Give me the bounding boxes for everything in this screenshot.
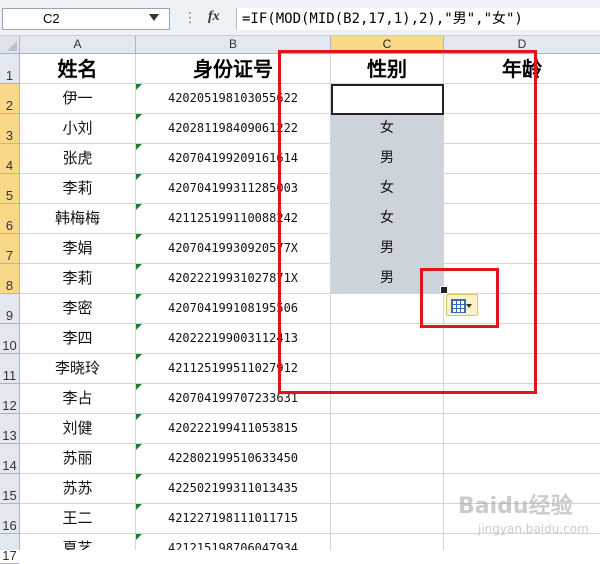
row-header[interactable]: 11 xyxy=(0,354,19,384)
name-cell[interactable]: 王二 xyxy=(20,504,135,533)
error-indicator-icon xyxy=(136,294,142,300)
id-cell[interactable]: 421215198706047934 xyxy=(136,534,330,550)
id-cell[interactable]: 421227198111011715 xyxy=(136,504,330,533)
gender-cell[interactable] xyxy=(331,444,443,473)
row-header[interactable]: 10 xyxy=(0,324,19,354)
row-header[interactable]: 9 xyxy=(0,294,19,324)
formula-bar-separator: ⋮ xyxy=(183,10,198,26)
select-all-button[interactable] xyxy=(0,36,20,53)
error-indicator-icon xyxy=(136,444,142,450)
error-indicator-icon xyxy=(136,324,142,330)
name-box-value: C2 xyxy=(43,11,60,26)
id-cell[interactable]: 422802199510633450 xyxy=(136,444,330,473)
watermark-url: jingyan.baidu.com xyxy=(478,522,589,536)
row-header[interactable]: 14 xyxy=(0,444,19,474)
chevron-down-icon[interactable] xyxy=(149,14,159,21)
name-cell[interactable]: 苏丽 xyxy=(20,444,135,473)
name-cell[interactable]: 李密 xyxy=(20,294,135,323)
name-cell[interactable]: 李占 xyxy=(20,384,135,413)
gender-cell[interactable] xyxy=(331,414,443,443)
name-box[interactable]: C2 xyxy=(2,8,170,30)
row-header[interactable]: 7 xyxy=(0,234,19,264)
row-header[interactable]: 13 xyxy=(0,414,19,444)
name-cell[interactable]: 李莉 xyxy=(20,264,135,293)
age-cell[interactable] xyxy=(444,414,600,443)
row-header[interactable]: 15 xyxy=(0,474,19,504)
gender-cell[interactable] xyxy=(331,474,443,503)
row-header[interactable]: 1 xyxy=(0,54,19,84)
highlight-box-gender-column xyxy=(278,50,537,394)
age-cell[interactable] xyxy=(444,444,600,473)
name-cell[interactable]: 韩梅梅 xyxy=(20,204,135,233)
name-cell[interactable]: 刘健 xyxy=(20,414,135,443)
error-indicator-icon xyxy=(136,144,142,150)
error-indicator-icon xyxy=(136,474,142,480)
row-header[interactable]: 8 xyxy=(0,264,19,294)
column-header-a[interactable]: A xyxy=(20,36,136,53)
name-cell[interactable]: 李莉 xyxy=(20,174,135,203)
watermark: Baidu经验 jingyan.baidu.com xyxy=(448,486,600,550)
error-indicator-icon xyxy=(136,114,142,120)
id-cell[interactable]: 422502199311013435 xyxy=(136,474,330,503)
error-indicator-icon xyxy=(136,504,142,510)
error-indicator-icon xyxy=(136,84,142,90)
name-cell[interactable]: 小刘 xyxy=(20,114,135,143)
name-cell[interactable]: 李四 xyxy=(20,324,135,353)
watermark-logo: Baidu经验 xyxy=(458,494,573,519)
gender-cell[interactable] xyxy=(331,534,443,550)
chevron-down-icon xyxy=(466,304,472,308)
row-header-bar: 1 2 3 4 5 6 7 8 9 10 11 12 13 14 15 16 17 xyxy=(0,54,20,564)
row-header[interactable]: 4 xyxy=(0,144,19,174)
error-indicator-icon xyxy=(136,174,142,180)
formula-input[interactable]: =IF(MOD(MID(B2,17,1),2),"男","女") xyxy=(236,8,600,30)
error-indicator-icon xyxy=(136,234,142,240)
row-header[interactable]: 17 xyxy=(0,534,19,564)
error-indicator-icon xyxy=(136,534,142,540)
name-cell[interactable]: 李娟 xyxy=(20,234,135,263)
error-indicator-icon xyxy=(136,354,142,360)
error-indicator-icon xyxy=(136,414,142,420)
row-header[interactable]: 16 xyxy=(0,504,19,534)
error-indicator-icon xyxy=(136,264,142,270)
row-header[interactable]: 6 xyxy=(0,204,19,234)
formula-bar: C2 ⋮ fx =IF(MOD(MID(B2,17,1),2),"男","女") xyxy=(0,0,600,36)
row-header[interactable]: 5 xyxy=(0,174,19,204)
insert-function-icon[interactable]: fx xyxy=(208,9,220,25)
row-header[interactable]: 2 xyxy=(0,84,19,114)
error-indicator-icon xyxy=(136,204,142,210)
id-cell[interactable]: 420222199411053815 xyxy=(136,414,330,443)
name-cell[interactable]: 苏苏 xyxy=(20,474,135,503)
row-header[interactable]: 12 xyxy=(0,384,19,414)
name-cell[interactable]: 李晓玲 xyxy=(20,354,135,383)
header-cell-name[interactable]: 姓名 xyxy=(20,54,135,84)
auto-fill-options-button[interactable] xyxy=(446,294,478,316)
gender-cell[interactable] xyxy=(331,504,443,533)
auto-fill-options-icon xyxy=(451,299,466,313)
name-cell[interactable]: 张虎 xyxy=(20,144,135,173)
error-indicator-icon xyxy=(136,384,142,390)
row-header[interactable]: 3 xyxy=(0,114,19,144)
name-cell[interactable]: 伊一 xyxy=(20,84,135,113)
name-cell[interactable]: 夏艺 xyxy=(20,534,135,550)
